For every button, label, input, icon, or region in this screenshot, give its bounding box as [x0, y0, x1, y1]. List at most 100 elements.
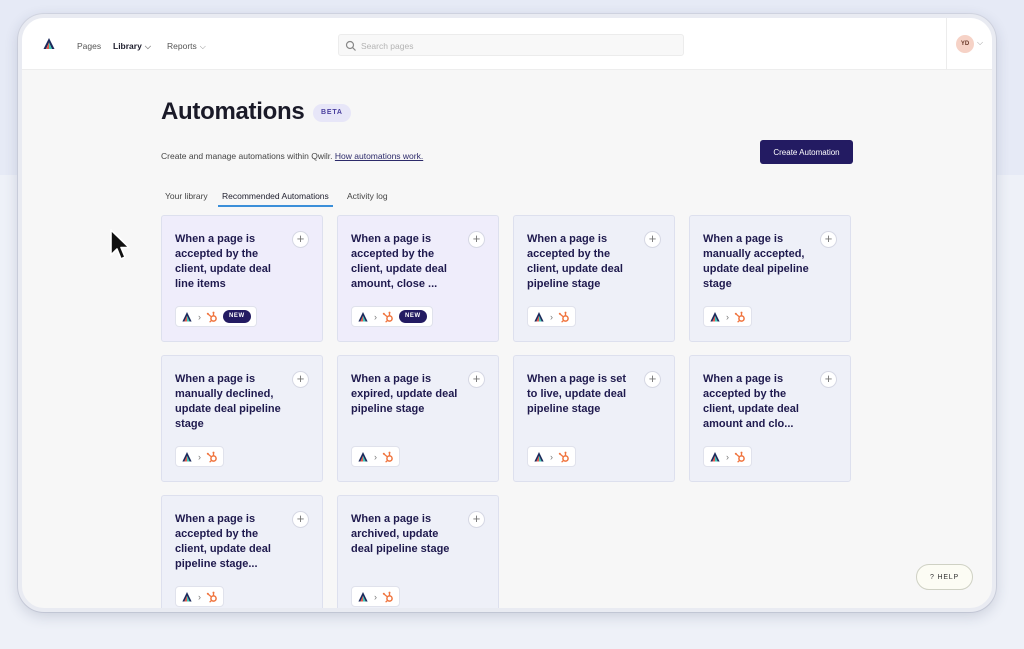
qwilr-logo-icon	[358, 591, 368, 601]
search-box[interactable]	[338, 34, 684, 56]
hubspot-icon	[558, 451, 569, 463]
nav-reports-label: Reports	[167, 41, 197, 51]
beta-badge: BETA	[313, 104, 351, 122]
integration-pill: ›	[351, 586, 400, 607]
chevron-right-icon: ›	[726, 311, 729, 322]
search-input[interactable]	[361, 38, 661, 53]
how-automations-work-link[interactable]: How automations work.	[335, 151, 423, 161]
automation-card-title: When a page is manually declined, update…	[175, 373, 281, 430]
qwilr-logo-icon	[182, 591, 192, 601]
hubspot-icon	[206, 591, 217, 603]
automation-card[interactable]: When a page is accepted by the client, u…	[337, 215, 499, 342]
tab-your-library[interactable]: Your library	[161, 188, 212, 205]
qwilr-logo-icon	[534, 311, 544, 321]
tab-recommended-automations[interactable]: Recommended Automations	[218, 188, 333, 207]
qwilr-logo-icon	[710, 451, 720, 461]
nav-library[interactable]: Library ⌵	[113, 41, 151, 52]
automation-card-title: When a page is accepted by the client, u…	[175, 513, 271, 570]
automation-card[interactable]: When a page is expired, update deal pipe…	[337, 355, 499, 482]
subtitle-text: Create and manage automations within Qwi…	[161, 151, 333, 161]
automation-card-title: When a page is archived, update deal pip…	[351, 513, 450, 555]
integration-pill: ›	[703, 446, 752, 467]
plus-icon[interactable]: +	[820, 371, 837, 388]
chevron-right-icon: ›	[198, 591, 201, 602]
automation-card-title: When a page is manually accepted, update…	[703, 233, 809, 290]
help-button[interactable]: ? HELP	[916, 564, 973, 590]
chevron-right-icon: ›	[726, 451, 729, 462]
automation-card[interactable]: When a page is accepted by the client, u…	[161, 215, 323, 342]
qwilr-logo-icon[interactable]	[42, 37, 56, 51]
integration-pill: ›	[527, 306, 576, 327]
automation-card-title: When a page is accepted by the client, u…	[703, 373, 799, 430]
plus-icon[interactable]: +	[468, 231, 485, 248]
topbar-divider	[946, 18, 947, 70]
qwilr-logo-icon	[182, 451, 192, 461]
automation-card[interactable]: When a page is accepted by the client, u…	[689, 355, 851, 482]
automation-card[interactable]: When a page is manually declined, update…	[161, 355, 323, 482]
hubspot-icon	[558, 311, 569, 323]
chevron-right-icon: ›	[198, 451, 201, 462]
hubspot-icon	[734, 311, 745, 323]
plus-icon[interactable]: +	[644, 231, 661, 248]
plus-icon[interactable]: +	[644, 371, 661, 388]
integration-pill: ›	[175, 446, 224, 467]
automation-card-title: When a page is accepted by the client, u…	[527, 233, 623, 290]
plus-icon[interactable]: +	[820, 231, 837, 248]
integration-pill: › NEW	[175, 306, 257, 327]
avatar[interactable]: YD	[956, 35, 974, 53]
chevron-right-icon: ›	[550, 451, 553, 462]
tab-activity-log[interactable]: Activity log	[343, 188, 392, 205]
chevron-right-icon: ›	[198, 311, 201, 322]
plus-icon[interactable]: +	[292, 231, 309, 248]
page-subtitle: Create and manage automations within Qwi…	[161, 151, 423, 161]
qwilr-logo-icon	[710, 311, 720, 321]
top-navigation-bar: Pages Library⌵ Reports⌵ YD ⌵	[22, 18, 992, 70]
automation-card-title: When a page is expired, update deal pipe…	[351, 373, 458, 415]
page-title: Automations	[161, 98, 305, 125]
app-window: Pages Library⌵ Reports⌵ YD ⌵ Automations…	[18, 14, 996, 612]
automation-card-title: When a page is accepted by the client, u…	[175, 233, 271, 290]
chevron-down-icon[interactable]: ⌵	[977, 38, 983, 48]
hubspot-icon	[734, 451, 745, 463]
nav-reports[interactable]: Reports ⌵	[167, 41, 206, 52]
chevron-down-icon: ⌵	[199, 42, 206, 51]
integration-pill: ›	[175, 586, 224, 607]
new-badge: NEW	[399, 310, 427, 323]
automation-card-title: When a page is set to live, update deal …	[527, 373, 627, 415]
plus-icon[interactable]: +	[468, 371, 485, 388]
chevron-down-icon: ⌵	[144, 42, 151, 51]
chevron-right-icon: ›	[374, 451, 377, 462]
nav-pages-label: Pages	[77, 41, 102, 51]
nav-pages[interactable]: Pages	[77, 41, 101, 51]
qwilr-logo-icon	[182, 311, 192, 321]
chevron-right-icon: ›	[374, 311, 377, 322]
plus-icon[interactable]: +	[292, 371, 309, 388]
hubspot-icon	[206, 311, 217, 323]
automation-card[interactable]: When a page is set to live, update deal …	[513, 355, 675, 482]
plus-icon[interactable]: +	[468, 511, 485, 528]
qwilr-logo-icon	[358, 451, 368, 461]
hubspot-icon	[206, 451, 217, 463]
integration-pill: ›	[351, 446, 400, 467]
mouse-cursor-icon	[110, 229, 130, 260]
automation-card[interactable]: When a page is accepted by the client, u…	[161, 495, 323, 608]
hubspot-icon	[382, 311, 393, 323]
search-icon	[345, 40, 356, 51]
automation-card[interactable]: When a page is archived, update deal pip…	[337, 495, 499, 608]
automation-card[interactable]: When a page is accepted by the client, u…	[513, 215, 675, 342]
create-automation-button[interactable]: Create Automation	[760, 140, 853, 164]
qwilr-logo-icon	[358, 311, 368, 321]
automation-card-grid: When a page is accepted by the client, u…	[161, 215, 861, 608]
tab-bar: Your library Recommended Automations Act…	[161, 188, 861, 208]
automation-card-title: When a page is accepted by the client, u…	[351, 233, 447, 290]
integration-pill: ›	[527, 446, 576, 467]
chevron-right-icon: ›	[374, 591, 377, 602]
qwilr-logo-icon	[534, 451, 544, 461]
plus-icon[interactable]: +	[292, 511, 309, 528]
nav-library-label: Library	[113, 41, 142, 51]
chevron-right-icon: ›	[550, 311, 553, 322]
new-badge: NEW	[223, 310, 251, 323]
automation-card[interactable]: When a page is manually accepted, update…	[689, 215, 851, 342]
hubspot-icon	[382, 591, 393, 603]
integration-pill: › NEW	[351, 306, 433, 327]
